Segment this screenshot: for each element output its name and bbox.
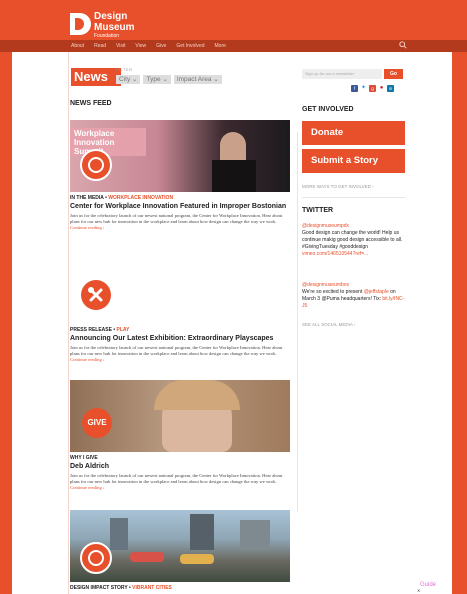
story-topic[interactable]: WORKPLACE INNOVATION (108, 195, 173, 201)
donate-button[interactable]: Donate (302, 121, 405, 145)
story-excerpt: Join us for the celebratory launch of ou… (70, 473, 290, 491)
logo-mark[interactable] (70, 13, 91, 35)
nav-item-view[interactable]: View (135, 42, 146, 50)
story-excerpt: Join us for the celebratory launch of ou… (70, 213, 290, 231)
tweet-text-start: We're so excited to present (302, 289, 363, 295)
story-category: WHY I GIVE (70, 455, 98, 461)
filter-city-label: City (119, 76, 131, 83)
nav-item-read[interactable]: Read (94, 42, 106, 50)
story-card: GIVE WHY I GIVE Deb Aldrich Join us for … (70, 380, 290, 491)
search-icon[interactable] (399, 41, 407, 49)
tweet-handle[interactable]: @designmuseumbos (302, 282, 405, 289)
pinterest-icon[interactable]: ● (378, 85, 385, 92)
guide-button[interactable]: Guide (420, 582, 436, 588)
filter-type[interactable]: Type ⌄ (143, 75, 171, 84)
logo[interactable]: Design Museum Foundation (94, 12, 135, 39)
chevron-down-icon: ⌄ (213, 76, 219, 83)
tweet-mention[interactable]: @jeffstaple (364, 289, 389, 295)
story-topic[interactable]: PLAY (117, 327, 130, 333)
story-image[interactable]: Workplace Innovation Summit (70, 120, 290, 192)
tools-icon (88, 287, 103, 302)
story-topic[interactable]: VIBRANT CITIES (132, 585, 172, 591)
nav-item-give[interactable]: Give (156, 42, 166, 50)
site-header: Design Museum Foundation (0, 0, 467, 40)
facebook-icon[interactable]: f (351, 85, 358, 92)
filter-label: FILTER (116, 67, 133, 72)
news-feed-heading: NEWS FEED (70, 100, 112, 107)
newsletter-go-button[interactable]: Go (384, 69, 403, 79)
continue-reading-link[interactable]: Continue reading › (70, 357, 104, 362)
filter-bar: City ⌄ Type ⌄ Impact Area ⌄ (116, 75, 222, 84)
filter-city[interactable]: City ⌄ (116, 75, 141, 84)
nav-item-get-involved[interactable]: Get Involved (176, 42, 204, 50)
get-involved-heading: GET INVOLVED (302, 106, 354, 113)
filter-impact-area[interactable]: Impact Area ⌄ (173, 75, 222, 84)
logo-line-3: Foundation (94, 33, 120, 39)
logo-line-2: Museum (94, 22, 135, 33)
newsletter-input[interactable]: Sign up for our e-newsletter (302, 69, 382, 79)
story-image[interactable]: GIVE (70, 380, 290, 452)
page-content: News FILTER City ⌄ Type ⌄ Impact Area ⌄ … (12, 52, 452, 594)
filter-type-label: Type (146, 76, 161, 83)
story-body: Join us for the celebratory launch of ou… (70, 345, 283, 356)
submit-story-button[interactable]: Submit a Story (302, 149, 405, 173)
continue-reading-link[interactable]: Continue reading › (70, 225, 104, 230)
more-ways-link[interactable]: MORE WAYS TO GET INVOLVED › (302, 184, 374, 189)
tweet: @designmuseumpdx Good design can change … (302, 223, 405, 258)
filter-impact-label: Impact Area (176, 76, 212, 83)
story-card: Workplace Innovation Summit IN THE MEDIA… (70, 120, 290, 231)
close-icon[interactable]: ✕ (417, 588, 420, 593)
tweet: @designmuseumbos We're so excited to pre… (302, 282, 405, 310)
story-meta: DESIGN IMPACT STORY • VIBRANT CITIES (70, 585, 172, 591)
google-plus-icon[interactable]: g (369, 85, 376, 92)
story-meta: PRESS RELEASE • PLAY (70, 327, 130, 333)
story-meta: WHY I GIVE (70, 455, 290, 461)
give-badge: GIVE (82, 408, 112, 438)
story-body: Join us for the celebratory launch of ou… (70, 213, 283, 224)
tweet-text: Good design can change the world! Help u… (302, 230, 403, 250)
workplace-innovation-icon (80, 149, 112, 181)
continue-reading-link[interactable]: Continue reading › (70, 485, 104, 490)
tweet-handle[interactable]: @designmuseumpdx (302, 223, 405, 230)
chevron-down-icon: ⌄ (132, 76, 138, 83)
linkedin-icon[interactable]: in (387, 85, 394, 92)
story-category: IN THE MEDIA (70, 195, 104, 201)
main-nav: About Read Visit View Give Get Involved … (0, 40, 467, 52)
left-divider (68, 52, 69, 594)
story-image[interactable] (70, 510, 290, 582)
story-excerpt: Join us for the celebratory launch of ou… (70, 345, 290, 363)
story-category: PRESS RELEASE (70, 327, 112, 333)
story-meta: IN THE MEDIA • WORKPLACE INNOVATION (70, 195, 174, 201)
nav-item-about[interactable]: About (71, 42, 84, 50)
nav-item-more[interactable]: More (215, 42, 226, 50)
story-card: PRESS RELEASE • PLAY Announcing Our Late… (70, 252, 290, 363)
story-title[interactable]: Announcing Our Latest Exhibition: Extrao… (70, 335, 290, 342)
rail-separator (302, 197, 405, 198)
tweet-link[interactable]: vimeo.com/146510544?ref=... (302, 251, 368, 257)
story-category: DESIGN IMPACT STORY (70, 585, 128, 591)
story-card: DESIGN IMPACT STORY • VIBRANT CITIES (70, 510, 290, 591)
chevron-down-icon: ⌄ (162, 76, 168, 83)
play-icon-badge (81, 280, 111, 310)
story-body: Join us for the celebratory launch of ou… (70, 473, 283, 484)
nav-item-visit[interactable]: Visit (116, 42, 125, 50)
social-links: f ✦ g ● in (351, 85, 394, 92)
see-all-social-link[interactable]: SEE ALL SOCIAL MEDIA › (302, 322, 355, 327)
story-title[interactable]: Deb Aldrich (70, 463, 290, 470)
rail-divider (297, 132, 298, 512)
story-image (70, 252, 290, 324)
story-title[interactable]: Center for Workplace Innovation Featured… (70, 203, 290, 210)
twitter-heading: TWITTER (302, 207, 334, 214)
page-title: News (71, 68, 121, 86)
twitter-icon[interactable]: ✦ (360, 85, 367, 92)
vibrant-cities-icon (80, 542, 112, 574)
logo-line-1: Design (94, 11, 128, 22)
